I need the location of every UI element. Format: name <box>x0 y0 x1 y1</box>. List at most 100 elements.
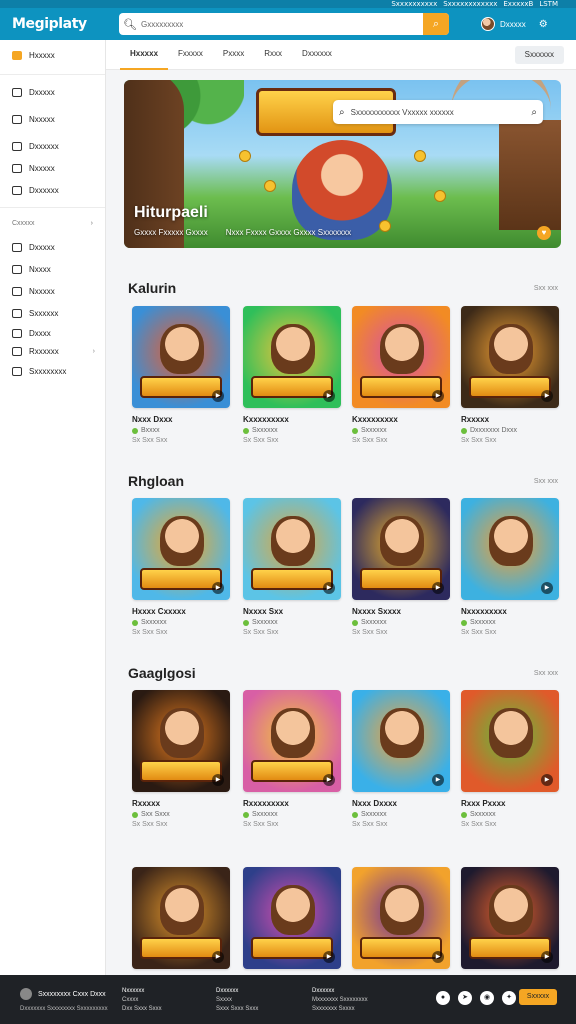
tab-3[interactable]: Rxxx <box>254 40 292 70</box>
play-icon[interactable]: ▶ <box>212 582 224 594</box>
sidebar-item-2[interactable]: Nxxxxx <box>0 108 105 130</box>
sidebar-item-5[interactable]: Dxxxxxx <box>0 179 105 201</box>
tab-1[interactable]: Fxxxxx <box>168 40 213 70</box>
footer-link[interactable]: Mxxxxxxx Sxxxxxxxx <box>312 997 368 1003</box>
section-see-all-link[interactable]: Sxx xxx <box>534 478 558 485</box>
game-name[interactable]: Rxxxxxxxxx <box>243 799 341 808</box>
game-card[interactable]: ▶ <box>243 867 341 969</box>
game-thumbnail[interactable]: ▶ <box>461 306 559 408</box>
footer-link[interactable]: Nxxxxxx <box>122 987 162 996</box>
sidebar-cat-6[interactable]: Sxxxxxxxx <box>0 360 105 382</box>
footer-link[interactable]: Sxxxx <box>216 997 232 1003</box>
game-thumbnail[interactable]: ▶ <box>132 690 230 792</box>
game-name[interactable]: Nxxx Dxxx <box>132 415 230 424</box>
sidebar-item-0[interactable]: Hxxxxx <box>0 42 105 68</box>
footer-link[interactable]: Sxxxxxxx Sxxxx <box>312 1006 355 1012</box>
game-thumbnail[interactable]: ▶ <box>243 690 341 792</box>
search-input[interactable]: Gxxxxxxxxx <box>141 20 423 29</box>
game-thumbnail[interactable]: ▶ <box>132 498 230 600</box>
telegram-icon[interactable]: ➤ <box>458 991 472 1005</box>
user-name[interactable]: Dxxxxx <box>500 20 526 29</box>
game-card[interactable]: ▶ Rxxxxx Dxxxxxxx Dxxx Sx Sxx Sxx <box>461 306 559 444</box>
game-card[interactable]: ▶ <box>132 867 230 969</box>
game-card[interactable]: ▶ Nxxxxxxxxx Sxxxxxx Sx Sxx Sxx <box>461 498 559 636</box>
game-thumbnail[interactable]: ▶ <box>243 306 341 408</box>
footer-link[interactable]: Dxxxxxx <box>312 987 368 996</box>
game-card[interactable]: ▶ Kxxxxxxxxx Sxxxxxx Sx Sxx Sxx <box>352 306 450 444</box>
hero-banner[interactable]: ⌕ Sxxxxxxxxxxx Vxxxxx xxxxxx ⌕ Hiturpael… <box>124 80 561 248</box>
play-icon[interactable]: ▶ <box>323 774 335 786</box>
user-menu[interactable]: Dxxxxx ⚙ <box>481 17 548 31</box>
play-icon[interactable]: ▶ <box>541 390 553 402</box>
sidebar-section-header[interactable]: Cxxxxx › <box>0 214 105 232</box>
game-name[interactable]: Rxxxxx <box>461 415 559 424</box>
search-button[interactable]: ⌕ <box>423 13 449 35</box>
play-icon[interactable]: ▶ <box>323 390 335 402</box>
sidebar-item-1[interactable]: Dxxxxx <box>0 81 105 103</box>
play-icon[interactable]: ▶ <box>541 951 553 963</box>
footer-logo[interactable]: Sxxxxxxxx Cxxx Dxxx <box>20 988 106 1000</box>
hero-search-text[interactable]: Sxxxxxxxxxxx Vxxxxx xxxxxx <box>351 108 526 117</box>
footer-link[interactable]: Dxx Sxxx Sxxx <box>122 1006 162 1012</box>
footer-link[interactable]: Sxxx Sxxx Sxxx <box>216 1006 258 1012</box>
game-card[interactable]: ▶ Nxxx Dxxx Bxxxx Sx Sxx Sxx <box>132 306 230 444</box>
game-thumbnail[interactable]: ▶ <box>352 306 450 408</box>
game-thumbnail[interactable]: ▶ <box>243 867 341 969</box>
game-thumbnail[interactable]: ▶ <box>461 690 559 792</box>
game-card[interactable]: ▶ Hxxxx Cxxxxx Sxxxxxx Sx Sxx Sxx <box>132 498 230 636</box>
footer-link[interactable]: Dxxxxxx <box>216 987 258 996</box>
game-thumbnail[interactable]: ▶ <box>461 498 559 600</box>
twitter-icon[interactable]: ✦ <box>502 991 516 1005</box>
game-thumbnail[interactable]: ▶ <box>132 306 230 408</box>
sidebar-item-4[interactable]: Nxxxxx <box>0 157 105 179</box>
sidebar-cat-3[interactable]: Sxxxxxx <box>0 302 105 324</box>
play-icon[interactable]: ▶ <box>212 951 224 963</box>
game-thumbnail[interactable]: ▶ <box>132 867 230 969</box>
game-thumbnail[interactable]: ▶ <box>352 867 450 969</box>
play-icon[interactable]: ▶ <box>212 390 224 402</box>
game-card[interactable]: ▶ Kxxxxxxxxx Sxxxxxx Sx Sxx Sxx <box>243 306 341 444</box>
instagram-icon[interactable]: ● <box>436 991 450 1005</box>
section-see-all-link[interactable]: Sxx xxx <box>534 670 558 677</box>
discord-icon[interactable]: ◉ <box>480 991 494 1005</box>
play-icon[interactable]: ▶ <box>432 774 444 786</box>
game-name[interactable]: Rxxxxx <box>132 799 230 808</box>
game-card[interactable]: ▶ Rxxxxx Sxx Sxxx Sx Sxx Sxx <box>132 690 230 828</box>
sidebar-cat-0[interactable]: Dxxxxx <box>0 236 105 258</box>
play-icon[interactable]: ▶ <box>323 951 335 963</box>
game-card[interactable]: ▶ <box>352 867 450 969</box>
play-icon[interactable]: ▶ <box>432 390 444 402</box>
game-thumbnail[interactable]: ▶ <box>352 498 450 600</box>
game-thumbnail[interactable]: ▶ <box>352 690 450 792</box>
play-icon[interactable]: ▶ <box>323 582 335 594</box>
search-bar[interactable]: 🔍︎ Gxxxxxxxxx ⌕ <box>119 13 449 35</box>
hero-search-box[interactable]: ⌕ Sxxxxxxxxxxx Vxxxxx xxxxxx ⌕ <box>333 100 543 124</box>
game-name[interactable]: Kxxxxxxxxx <box>352 415 450 424</box>
game-name[interactable]: Nxxxx Sxxxx <box>352 607 450 616</box>
sidebar-cat-4[interactable]: Dxxxx <box>0 324 105 342</box>
sidebar-cat-5[interactable]: Rxxxxxx › <box>0 342 105 360</box>
play-icon[interactable]: ▶ <box>212 774 224 786</box>
avatar[interactable] <box>481 17 495 31</box>
sidebar-cat-1[interactable]: Nxxxx <box>0 258 105 280</box>
game-thumbnail[interactable]: ▶ <box>461 867 559 969</box>
tab-4[interactable]: Dxxxxxx <box>292 40 342 70</box>
game-card[interactable]: ▶ Nxxxx Sxxxx Sxxxxxx Sx Sxx Sxx <box>352 498 450 636</box>
play-icon[interactable]: ▶ <box>541 582 553 594</box>
game-name[interactable]: Nxxxx Sxx <box>243 607 341 616</box>
game-name[interactable]: Hxxxx Cxxxxx <box>132 607 230 616</box>
game-name[interactable]: Kxxxxxxxxx <box>243 415 341 424</box>
game-name[interactable]: Nxxx Dxxxx <box>352 799 450 808</box>
sidebar-cat-2[interactable]: Nxxxxx <box>0 280 105 302</box>
game-thumbnail[interactable]: ▶ <box>243 498 341 600</box>
game-card[interactable]: ▶ Rxxx Pxxxx Sxxxxxx Sx Sxx Sxx <box>461 690 559 828</box>
play-icon[interactable]: ▶ <box>541 774 553 786</box>
settings-icon[interactable]: ⚙ <box>539 19 548 30</box>
play-icon[interactable]: ▶ <box>432 951 444 963</box>
hero-badge-icon[interactable]: ♥ <box>537 226 551 240</box>
game-card[interactable]: ▶ Rxxxxxxxxx Sxxxxxx Sx Sxx Sxx <box>243 690 341 828</box>
game-card[interactable]: ▶ <box>461 867 559 969</box>
search-icon[interactable]: ⌕ <box>531 107 537 118</box>
section-see-all-link[interactable]: Sxx xxx <box>534 285 558 292</box>
game-name[interactable]: Rxxx Pxxxx <box>461 799 559 808</box>
